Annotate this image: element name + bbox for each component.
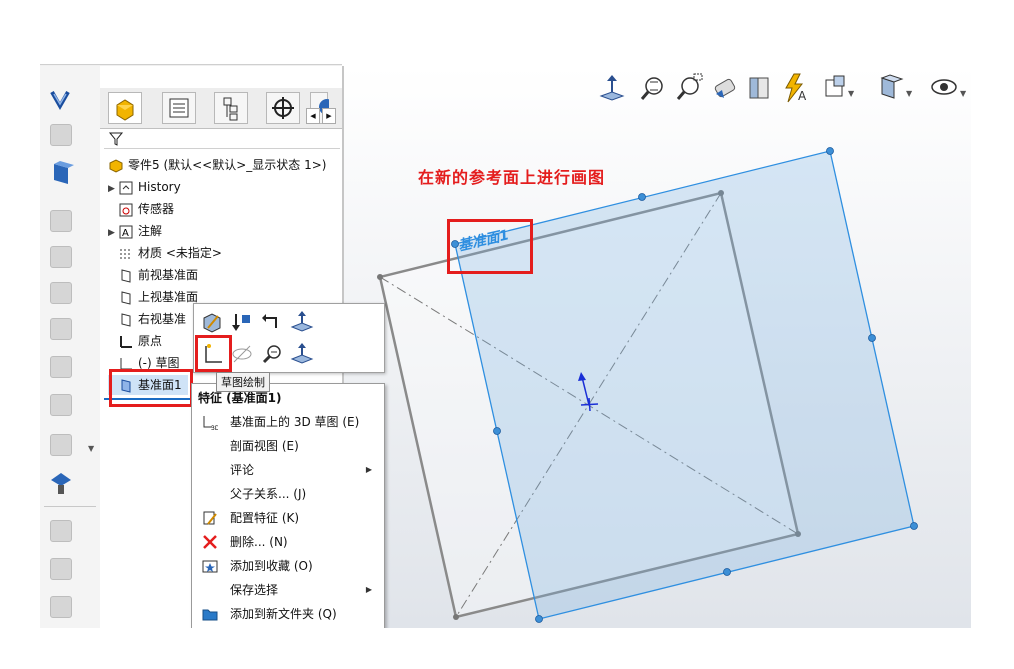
feature-icon-12[interactable] [46,516,76,546]
tree-item-material[interactable]: 材质 <未指定> [108,243,222,263]
svg-text:3D: 3D [211,425,218,430]
tree-item-label: 上视基准面 [138,290,199,304]
feature-icon-13[interactable] [46,554,76,584]
normal-to-icon[interactable] [290,342,314,366]
feature-icon-5[interactable] [46,242,76,272]
tree-item-label: 材质 <未指定> [138,246,222,260]
tab-configuration-manager[interactable] [214,92,248,124]
flyout-arrow-icon[interactable]: ▼ [88,444,94,453]
edit-feature-icon[interactable] [200,310,224,334]
feature-icon-6[interactable] [46,278,76,308]
menu-item-add-favorite[interactable]: 添加到收藏 (O) [192,554,384,578]
configure-icon [203,511,217,525]
tree-root-label: 零件5 (默认<<默认>_显示状态 1>) [128,158,327,172]
feature-icon-10[interactable] [46,430,76,460]
highlight-box-plane1 [109,369,193,407]
feature-icon-7[interactable] [46,314,76,344]
fold-icon[interactable] [46,468,76,498]
tree-item-history[interactable]: ▶ History [108,177,181,197]
filter-divider [104,148,340,149]
menu-item-configure-feature[interactable]: 配置特征 (K) [192,506,384,530]
feature-icon-14[interactable] [46,592,76,622]
menu-item-section-view[interactable]: 剖面视图 (E) [192,434,384,458]
tree-item-origin[interactable]: 原点 [108,331,162,351]
rollback-icon[interactable] [230,310,254,334]
normal-to-icon[interactable] [290,310,314,334]
submenu-arrow-icon: ▶ [365,585,372,594]
tab-dimxpert[interactable] [266,92,300,124]
bottom-margin [0,628,1014,669]
highlight-box-sketch-tool [195,335,232,372]
extrude-boss-icon[interactable] [46,86,76,116]
annotation-icon: A [119,225,133,239]
tab-scroll-left-button[interactable]: ◀ [306,108,320,124]
part-icon [109,158,123,173]
menu-item-parent-child[interactable]: 父子关系... (J) [192,482,384,506]
menu-item-add-new-folder[interactable]: 添加到新文件夹 (Q) [192,602,384,626]
tree-item-label: History [138,180,181,194]
menu-item-save-selection[interactable]: 保存选择 ▶ [192,578,384,602]
feature-icon-8[interactable] [46,352,76,382]
tree-item-label: 前视基准面 [138,268,199,282]
submenu-arrow-icon: ▶ [365,465,372,474]
tree-root[interactable]: 零件5 (默认<<默认>_显示状态 1>) [108,155,326,175]
delete-icon [203,535,217,549]
sheet-metal-icon[interactable] [46,158,76,188]
toolbar-divider [44,506,96,507]
highlight-box-plane-label [447,219,533,274]
plane-icon [121,312,131,327]
expand-arrow-icon[interactable]: ▶ [108,179,118,199]
menu-item-comment[interactable]: 评论 ▶ [192,458,384,482]
origin-icon [120,335,132,348]
tree-item-label: 传感器 [138,202,175,216]
tree-item-front-plane[interactable]: 前视基准面 [108,265,198,285]
tree-item-label: (-) 草图 [138,356,180,370]
zoom-to-selection-icon[interactable] [260,342,284,366]
tree-item-label: 右视基准 [138,312,187,326]
tooltip: 草图绘制 [216,372,270,392]
tab-property-manager[interactable] [162,92,196,124]
command-toolbar: ▼ [40,66,101,628]
tab-feature-tree[interactable] [108,92,142,124]
tree-item-top-plane[interactable]: 上视基准面 [108,287,198,307]
tree-item-label: 注解 [138,224,163,238]
sensor-icon [119,203,133,216]
plane-icon [121,268,131,283]
3d-sketch-icon: 3D [203,416,218,430]
tree-item-right-plane[interactable]: 右视基准 [108,309,186,329]
folder-icon [202,609,218,621]
menu-item-delete[interactable]: 删除... (N) [192,530,384,554]
feature-manager-tabs: ◀ ▶ [100,88,343,129]
feature-icon-9[interactable] [46,390,76,420]
tree-item-label: 原点 [138,334,163,348]
material-icon [120,249,132,258]
svg-text:A: A [122,228,129,239]
hide-icon[interactable] [230,342,254,366]
feature-icon-4[interactable] [46,206,76,236]
menu-item-3d-sketch[interactable]: 3D 基准面上的 3D 草图 (E) [192,410,384,434]
context-menu: 特征 (基准面1) 3D 基准面上的 3D 草图 (E) 剖面视图 (E) 评论… [191,383,385,630]
tab-scroll-right-button[interactable]: ▶ [322,108,336,124]
history-icon [119,181,133,194]
tree-item-sensors[interactable]: 传感器 [108,199,174,219]
model-geometry [377,147,918,623]
parent-feature-icon[interactable] [260,310,284,334]
expand-arrow-icon[interactable]: ▶ [108,223,118,243]
tree-item-annotations[interactable]: ▶ A 注解 [108,221,162,241]
favorite-icon [202,560,218,573]
plane-icon [121,290,131,305]
feature-icon-2[interactable] [46,120,76,150]
